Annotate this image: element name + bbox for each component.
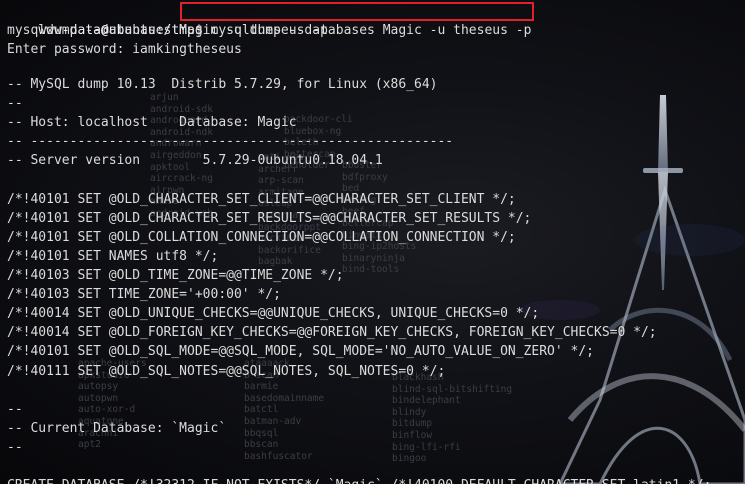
wallpaper-tool-name: auto-xor-d <box>78 404 136 416</box>
dump-line: -- <box>7 439 23 455</box>
wallpaper-tool-name: aircrack-ng <box>150 173 213 185</box>
command-echo: mysqldump --databases Magic -u theseus -… <box>7 23 328 38</box>
wallpaper-tool-name: basedomainname <box>244 392 325 404</box>
wallpaper-tool-name: apt2 <box>78 439 101 451</box>
dump-line: /*!40103 SET TIME_ZONE='+00:00' */; <box>7 287 281 303</box>
wallpaper-tool-name: batman-adv <box>244 415 302 427</box>
dump-line: /*!40014 SET @OLD_UNIQUE_CHECKS=@@UNIQUE… <box>7 306 540 322</box>
dump-line: -- Host: localhost Database: Magic <box>7 115 297 131</box>
dump-line: /*!40101 SET @OLD_CHARACTER_SET_CLIENT=@… <box>7 191 516 207</box>
wallpaper-tool-name: autopwn <box>78 392 119 404</box>
wallpaper-tool-name: bing-lfi-rfi <box>392 441 461 453</box>
dump-line: /*!40101 SET NAMES utf8 */; <box>7 248 219 264</box>
command-highlight-box <box>180 2 534 21</box>
wallpaper-tool-name: bbscan <box>244 439 279 451</box>
dump-line: -- MySQL dump 10.13 Distrib 5.7.29, for … <box>7 77 438 92</box>
wallpaper-tool-name: barmie <box>244 381 279 393</box>
wallpaper-tool-name: blindy <box>392 406 427 418</box>
dump-line: /*!40101 SET @OLD_SQL_MODE=@@SQL_MODE, S… <box>7 344 594 360</box>
wallpaper-tool-name: bindelephant <box>392 395 461 407</box>
dump-line: /*!40111 SET @OLD_SQL_NOTES=@@SQL_NOTES,… <box>7 363 446 379</box>
dump-line: /*!40014 SET @OLD_FOREIGN_KEY_CHECKS=@@F… <box>7 325 657 341</box>
wallpaper-tool-name: binaryninja <box>342 252 405 264</box>
dump-line: -- Server version 5.7.29-0ubuntu0.18.04.… <box>7 153 383 169</box>
wallpaper-tool-name: bitdump <box>392 418 433 430</box>
dump-line: -- <box>7 96 23 112</box>
wallpaper-tool-name: autopsy <box>78 381 119 393</box>
wallpaper-tool-name: bdfproxy <box>342 171 388 183</box>
dump-line: -- <box>7 401 23 417</box>
wallpaper-column: blackhash blind-sql-bitshifting bindelepha… <box>392 372 512 465</box>
password-prompt: Enter password: iamkingtheseus <box>7 42 242 57</box>
wallpaper-tool-name: batctl <box>244 404 279 416</box>
dump-line: CREATE DATABASE /*!32312 IF NOT EXISTS*/… <box>7 476 711 484</box>
dump-line: /*!40103 SET @OLD_TIME_ZONE=@@TIME_ZONE … <box>7 268 344 283</box>
wallpaper-tool-name: blind-sql-bitshifting <box>392 383 513 395</box>
dump-line: -- Current Database: `Magic` <box>7 420 227 436</box>
wallpaper-tool-name: bingoo <box>392 453 427 465</box>
wallpaper-tool-name: arp-scan <box>258 175 304 187</box>
wallpaper-tool-name: bashfuscator <box>244 450 313 462</box>
dump-line: -- -------------------------------------… <box>7 134 454 150</box>
dump-line: /*!40101 SET @OLD_COLLATION_CONNECTION=@… <box>7 229 516 245</box>
wallpaper-tool-name: bind-tools <box>342 264 400 276</box>
wallpaper-tool-name: binflow <box>392 429 433 441</box>
terminal-window[interactable]: arjun android-sdk androguard android-ndk and… <box>0 0 745 484</box>
dump-line: /*!40101 SET @OLD_CHARACTER_SET_RESULTS=… <box>7 210 532 226</box>
wallpaper-tool-name: bbqsql <box>244 427 279 439</box>
